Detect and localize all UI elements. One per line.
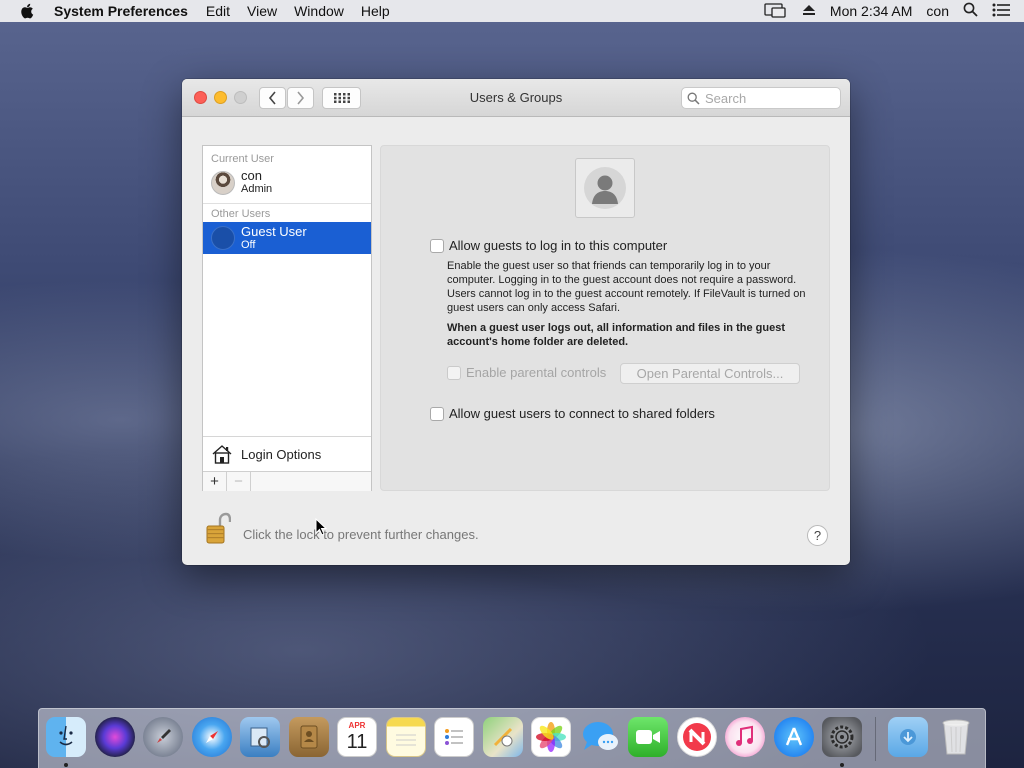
search-icon <box>687 92 700 105</box>
user-status: Off <box>241 238 256 251</box>
dock-launchpad-icon[interactable] <box>143 717 183 757</box>
user-menu[interactable]: con <box>926 3 949 19</box>
dock-messages-icon[interactable] <box>580 717 620 757</box>
dock-trash-icon[interactable] <box>936 717 976 757</box>
shared-folders-label: Allow guest users to connect to shared f… <box>449 406 715 421</box>
current-user-header: Current User <box>211 153 274 165</box>
menu-window[interactable]: Window <box>294 3 344 19</box>
airplay-display-icon[interactable] <box>764 2 788 21</box>
dock-calendar-icon[interactable]: APR 11 <box>337 717 377 757</box>
app-name-menu[interactable]: System Preferences <box>54 3 188 19</box>
running-indicator <box>840 763 844 767</box>
menu-view[interactable]: View <box>247 3 277 19</box>
guest-warning-text: When a guest user logs out, all informat… <box>447 322 785 348</box>
running-indicator <box>64 763 68 767</box>
notification-center-icon[interactable] <box>992 3 1010 20</box>
dock-itunes-icon[interactable] <box>725 717 765 757</box>
allow-guest-login-row[interactable]: Allow guests to log in to this computer <box>430 238 667 253</box>
dock-preview-icon[interactable] <box>240 717 280 757</box>
dock: APR 11 <box>38 708 986 768</box>
shared-folders-checkbox[interactable] <box>430 406 444 421</box>
dock-facetime-icon[interactable] <box>628 717 668 757</box>
dock-contacts-icon[interactable] <box>288 717 329 757</box>
user-role: Admin <box>241 183 273 195</box>
clock[interactable]: Mon 2:34 AM <box>830 3 913 19</box>
user-name: con <box>241 168 262 183</box>
dock-maps-icon[interactable] <box>482 717 523 757</box>
search-input[interactable] <box>705 90 825 106</box>
dock-system-preferences-icon[interactable] <box>822 717 862 767</box>
login-options-item[interactable]: Login Options <box>203 436 371 471</box>
dock-photos-icon[interactable] <box>531 717 571 757</box>
parental-controls-checkbox[interactable] <box>447 365 461 380</box>
guest-description: Enable the guest user so that friends ca… <box>447 259 807 349</box>
dock-finder-icon[interactable] <box>46 717 86 767</box>
menu-edit[interactable]: Edit <box>206 3 230 19</box>
user-list: Current User con Admin Other Users Guest… <box>202 145 372 491</box>
unlocked-padlock-icon <box>206 512 231 544</box>
dock-separator <box>874 717 876 761</box>
allow-guest-login-checkbox[interactable] <box>430 238 444 253</box>
dock-siri-icon[interactable] <box>94 717 135 757</box>
user-silhouette-icon <box>584 167 626 209</box>
open-parental-controls-button[interactable]: Open Parental Controls... <box>620 363 800 384</box>
add-user-button[interactable]: + <box>203 472 227 491</box>
menu-bar: System Preferences Edit View Window Help… <box>0 0 1024 22</box>
search-field[interactable] <box>681 87 841 109</box>
house-icon <box>212 445 232 464</box>
help-button[interactable]: ? <box>807 525 828 546</box>
eject-icon[interactable] <box>802 3 816 19</box>
avatar <box>211 170 235 195</box>
lock-status-text: Click the lock to prevent further change… <box>243 527 479 542</box>
guest-user-pane: Allow guests to log in to this computer … <box>380 145 830 491</box>
divider <box>203 203 371 204</box>
spotlight-search-icon[interactable] <box>963 2 978 20</box>
dock-downloads-folder-icon[interactable] <box>887 717 928 757</box>
list-toolbar: + − <box>203 471 371 491</box>
apple-menu-icon[interactable] <box>20 3 36 19</box>
lock-button[interactable] <box>202 511 234 547</box>
shared-folders-row[interactable]: Allow guest users to connect to shared f… <box>430 406 715 421</box>
mouse-cursor-icon <box>315 517 328 539</box>
title-bar: Users & Groups <box>182 79 850 117</box>
parental-controls-label: Enable parental controls <box>466 365 607 380</box>
other-users-header: Other Users <box>211 208 271 220</box>
dock-app-store-icon[interactable] <box>773 717 814 757</box>
parental-controls-row[interactable]: Enable parental controls <box>447 365 606 380</box>
dock-news-icon[interactable] <box>676 717 717 757</box>
login-options-label: Login Options <box>241 446 322 462</box>
description-text: Enable the guest user so that friends ca… <box>447 260 806 314</box>
guest-picture[interactable] <box>575 158 635 218</box>
calendar-month: APR <box>348 721 366 730</box>
calendar-day: 11 <box>346 731 368 753</box>
dock-safari-icon[interactable] <box>191 717 232 757</box>
user-row-guest[interactable]: Guest User Off <box>203 222 371 254</box>
guest-avatar-icon <box>211 226 235 250</box>
remove-user-button[interactable]: − <box>227 472 251 491</box>
dock-reminders-icon[interactable] <box>434 717 474 757</box>
user-row-con[interactable]: con Admin <box>203 165 371 203</box>
allow-guest-login-label: Allow guests to log in to this computer <box>449 238 668 253</box>
users-groups-window: Users & Groups Current User con Admin Ot… <box>182 79 850 565</box>
dock-notes-icon[interactable] <box>385 717 426 757</box>
user-name: Guest User <box>241 223 307 239</box>
menu-help[interactable]: Help <box>361 3 390 19</box>
